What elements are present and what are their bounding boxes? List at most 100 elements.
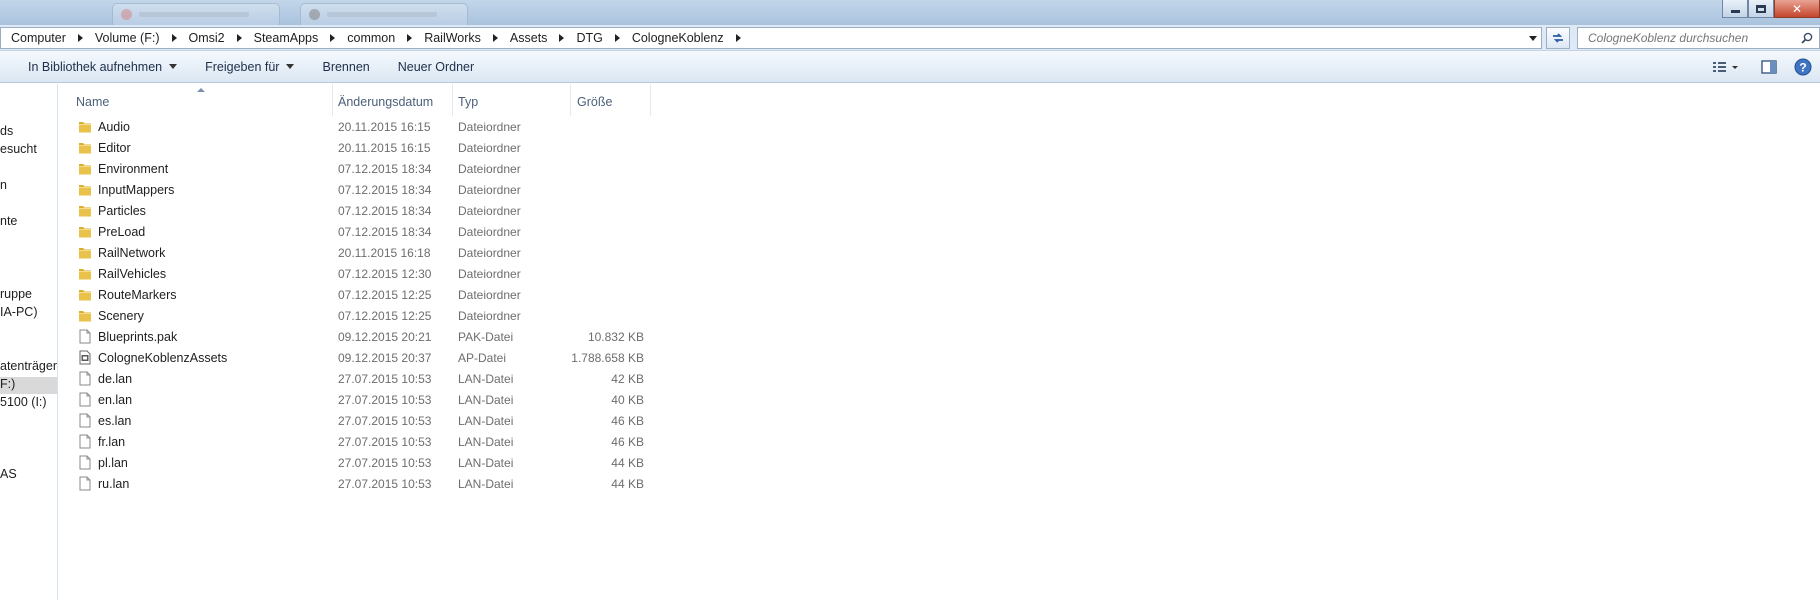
file-date: 27.07.2015 10:53 xyxy=(338,393,432,407)
chevron-right-icon[interactable] xyxy=(559,34,565,42)
navigation-pane[interactable]: ds esucht n nte ruppe IA-PC) atenträger F:) 5100… xyxy=(0,84,58,600)
background-tab[interactable] xyxy=(300,3,468,25)
folder-icon xyxy=(78,203,92,218)
burn-label: Brennen xyxy=(322,59,370,74)
nav-item[interactable]: ds xyxy=(0,124,13,138)
column-date-label: Änderungsdatum xyxy=(338,95,434,109)
breadcrumb-item[interactable]: CologneKoblenz xyxy=(632,31,730,45)
file-name: Scenery xyxy=(98,309,144,323)
change-view-button[interactable] xyxy=(1708,55,1744,79)
file-row[interactable]: pl.lan 27.07.2015 10:53 LAN-Datei 44 KB xyxy=(59,453,659,474)
breadcrumb-item[interactable]: Volume (F:) xyxy=(95,31,166,45)
search-icon[interactable] xyxy=(1801,32,1813,44)
file-row[interactable]: RouteMarkers 07.12.2015 12:25 Dateiordner xyxy=(59,285,659,306)
file-icon xyxy=(78,392,92,407)
file-row[interactable]: Editor 20.11.2015 16:15 Dateiordner xyxy=(59,138,659,159)
file-date: 07.12.2015 18:34 xyxy=(338,162,432,176)
column-header-name[interactable]: Name xyxy=(59,84,333,116)
file-icon xyxy=(78,455,92,470)
file-date: 07.12.2015 12:25 xyxy=(338,309,432,323)
minimize-button[interactable] xyxy=(1722,0,1748,18)
breadcrumb-item[interactable]: SteamApps xyxy=(254,31,325,45)
file-row[interactable]: PreLoad 07.12.2015 18:34 Dateiordner xyxy=(59,222,659,243)
column-header-date[interactable]: Änderungsdatum xyxy=(333,84,453,116)
file-date: 09.12.2015 20:21 xyxy=(338,330,432,344)
file-type: Dateiordner xyxy=(458,267,521,281)
nav-item[interactable]: 5100 (I:) xyxy=(0,395,47,409)
file-row[interactable]: es.lan 27.07.2015 10:53 LAN-Datei 46 KB xyxy=(59,411,659,432)
file-date: 27.07.2015 10:53 xyxy=(338,477,432,491)
file-type: LAN-Datei xyxy=(458,477,514,491)
svg-text:?: ? xyxy=(1799,61,1806,75)
preview-pane-button[interactable] xyxy=(1756,55,1782,79)
chevron-right-icon[interactable] xyxy=(236,34,242,42)
share-with-button[interactable]: Freigeben für xyxy=(191,54,308,80)
breadcrumb: Computer Volume (F:) Omsi2 SteamApps common R… xyxy=(11,31,753,45)
file-row[interactable]: Audio 20.11.2015 16:15 Dateiordner xyxy=(59,117,659,138)
file-row[interactable]: Blueprints.pak 09.12.2015 20:21 PAK-Datei 1… xyxy=(59,327,659,348)
address-bar[interactable]: Computer Volume (F:) Omsi2 SteamApps common R… xyxy=(0,27,1542,49)
preview-pane-icon xyxy=(1761,60,1777,74)
new-folder-label: Neuer Ordner xyxy=(397,59,475,74)
new-folder-button[interactable]: Neuer Ordner xyxy=(384,54,488,80)
include-in-library-button[interactable]: In Bibliothek aufnehmen xyxy=(0,54,191,80)
file-date: 20.11.2015 16:15 xyxy=(338,120,431,134)
breadcrumb-item[interactable]: RailWorks xyxy=(424,31,487,45)
file-row[interactable]: ru.lan 27.07.2015 10:53 LAN-Datei 44 KB xyxy=(59,474,659,495)
chevron-right-icon[interactable] xyxy=(77,34,83,42)
search-input[interactable] xyxy=(1588,31,1788,45)
close-button[interactable]: ✕ xyxy=(1774,0,1820,18)
column-header-type[interactable]: Typ xyxy=(453,84,571,116)
chevron-right-icon[interactable] xyxy=(171,34,177,42)
file-date: 07.12.2015 12:25 xyxy=(338,288,432,302)
chevron-right-icon[interactable] xyxy=(407,34,413,42)
search-box[interactable] xyxy=(1577,27,1820,49)
file-row[interactable]: de.lan 27.07.2015 10:53 LAN-Datei 42 KB xyxy=(59,369,659,390)
file-name: ru.lan xyxy=(98,477,130,491)
file-row[interactable]: Scenery 07.12.2015 12:25 Dateiordner xyxy=(59,306,659,327)
breadcrumb-item[interactable]: Assets xyxy=(510,31,554,45)
refresh-button[interactable] xyxy=(1546,27,1570,49)
folder-icon xyxy=(78,140,92,155)
folder-icon xyxy=(78,287,92,302)
file-row[interactable]: Environment 07.12.2015 18:34 Dateiordner xyxy=(59,159,659,180)
address-history-dropdown[interactable] xyxy=(1525,28,1541,48)
chevron-right-icon[interactable] xyxy=(492,34,498,42)
file-row[interactable]: RailVehicles 07.12.2015 12:30 Dateiordner xyxy=(59,264,659,285)
nav-item[interactable]: esucht xyxy=(0,142,37,156)
nav-item[interactable]: n xyxy=(0,178,7,192)
chevron-right-icon[interactable] xyxy=(735,34,741,42)
file-row[interactable]: en.lan 27.07.2015 10:53 LAN-Datei 40 KB xyxy=(59,390,659,411)
file-date: 27.07.2015 10:53 xyxy=(338,435,432,449)
nav-item[interactable]: F:) xyxy=(0,377,57,394)
file-list[interactable]: Name Änderungsdatum Typ Größe Audio 20.11… xyxy=(59,84,1820,600)
breadcrumb-item[interactable]: Omsi2 xyxy=(189,31,231,45)
nav-item[interactable]: AS xyxy=(0,467,17,481)
nav-item[interactable]: nte xyxy=(0,214,17,228)
file-row[interactable]: InputMappers 07.12.2015 18:34 Dateiordner xyxy=(59,180,659,201)
chevron-right-icon[interactable] xyxy=(614,34,620,42)
nav-item[interactable]: IA-PC) xyxy=(0,305,38,319)
breadcrumb-item[interactable]: Computer xyxy=(11,31,72,45)
breadcrumb-item[interactable]: DTG xyxy=(576,31,608,45)
breadcrumb-item[interactable]: common xyxy=(347,31,401,45)
nav-item[interactable]: ruppe xyxy=(0,287,32,301)
column-header-size[interactable]: Größe xyxy=(571,84,651,116)
refresh-icon xyxy=(1553,33,1563,43)
nav-item[interactable]: atenträger xyxy=(0,359,57,373)
folder-icon xyxy=(78,119,92,134)
file-row[interactable]: Particles 07.12.2015 18:34 Dateiordner xyxy=(59,201,659,222)
file-row[interactable]: fr.lan 27.07.2015 10:53 LAN-Datei 46 KB xyxy=(59,432,659,453)
burn-button[interactable]: Brennen xyxy=(308,54,383,80)
background-tab[interactable] xyxy=(112,3,280,25)
maximize-button[interactable] xyxy=(1748,0,1774,18)
chevron-right-icon[interactable] xyxy=(330,34,336,42)
help-button[interactable]: ? xyxy=(1790,55,1816,79)
file-name: RailNetwork xyxy=(98,246,166,260)
maximize-icon xyxy=(1756,4,1766,13)
file-row[interactable]: RailNetwork 20.11.2015 16:18 Dateiordner xyxy=(59,243,659,264)
file-row[interactable]: CologneKoblenzAssets 09.12.2015 20:37 AP-D… xyxy=(59,348,659,369)
file-date: 27.07.2015 10:53 xyxy=(338,414,432,428)
chevron-down-icon xyxy=(169,64,178,69)
tab-favicon-icon xyxy=(121,9,132,20)
